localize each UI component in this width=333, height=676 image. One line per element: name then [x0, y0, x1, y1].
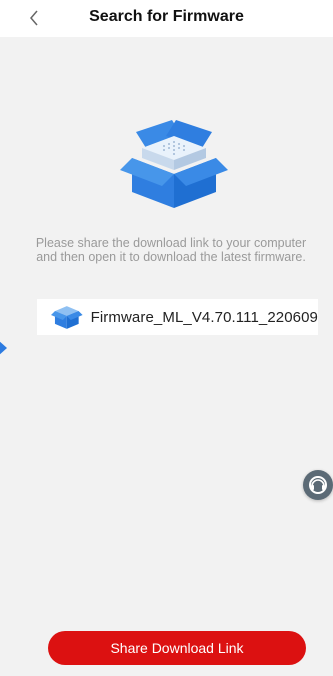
support-button[interactable] [303, 470, 333, 500]
firmware-file-item[interactable]: Firmware_ML_V4.70.111_220609 [37, 299, 318, 335]
side-arrow-marker [0, 339, 7, 357]
page-title: Search for Firmware [89, 8, 244, 25]
header-bar: Search for Firmware [0, 0, 333, 37]
firmware-box-icon [51, 306, 83, 329]
firmware-box-icon [118, 118, 230, 210]
instructions-text: Please share the download link to your c… [35, 236, 307, 264]
firmware-file-name: Firmware_ML_V4.70.111_220609 [90, 308, 318, 326]
support-headset-icon [309, 476, 327, 494]
share-download-link-button[interactable]: Share Download Link [48, 631, 306, 665]
